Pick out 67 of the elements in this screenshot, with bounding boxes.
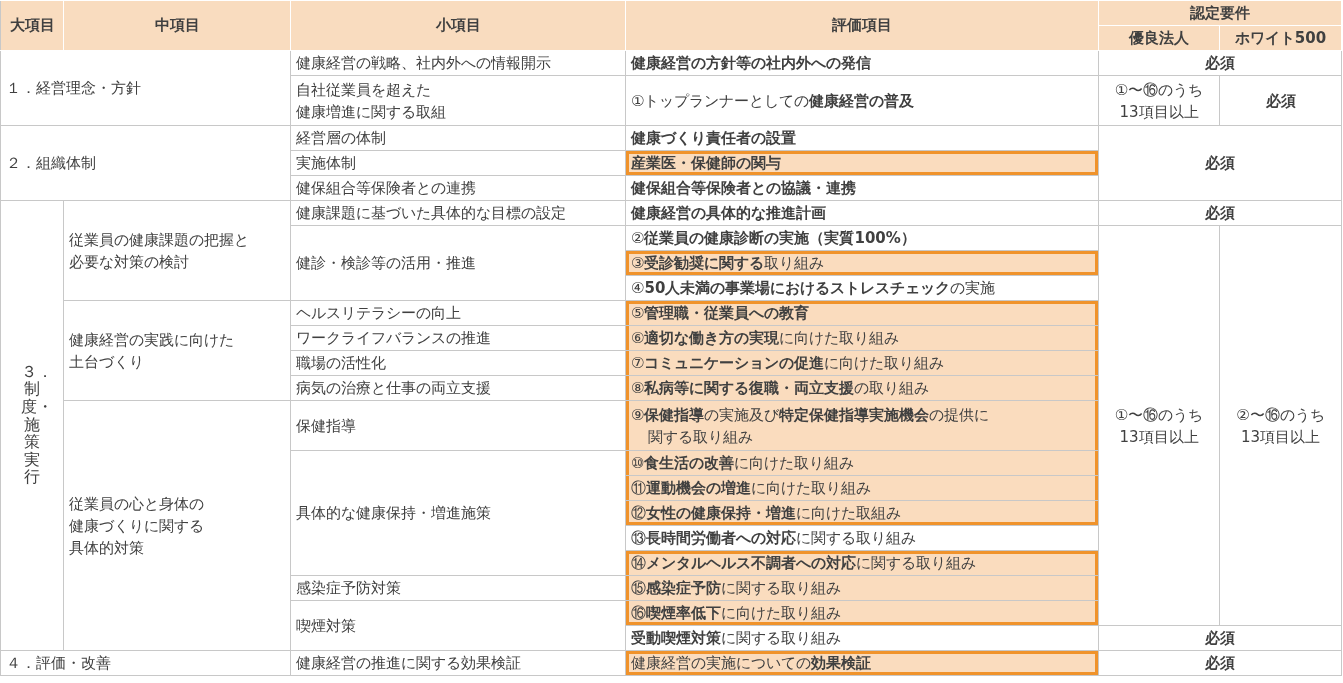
table-cell: ヘルスリテラシーの向上 (290, 300, 626, 326)
table-cell: 具体的な健康保持・増進施策 (290, 450, 626, 576)
cell-text: 具体的対策 (69, 537, 145, 559)
cell-text: 13項目以上 (1239, 426, 1322, 448)
column-header: 大項目 (0, 0, 64, 51)
cell-text: 自社従業員を超えた (296, 79, 432, 101)
table-cell: 必須 (1098, 200, 1342, 226)
table-cell: ⑮感染症予防に関する取り組み (625, 575, 1099, 601)
table-cell: 必須 (1219, 75, 1342, 126)
column-header: ホワイト500 (1219, 25, 1342, 51)
table-cell: ⑩食生活の改善に向けた取り組み (625, 450, 1099, 476)
table-cell: ②従業員の健康診断の実施（実質100%） (625, 225, 1099, 251)
table-cell: ⑫女性の健康保持・増進に向けた取組み (625, 500, 1099, 526)
column-header: 中項目 (63, 0, 291, 51)
cell-text: 必要な対策の検討 (69, 251, 190, 273)
table-cell: ①トップランナーとしての健康経営の普及 (625, 75, 1099, 126)
table-cell: ⑤管理職・従業員への教育 (625, 300, 1099, 326)
table-cell: 喫煙対策 (290, 600, 626, 651)
table-cell: 必須 (1098, 650, 1342, 676)
cell-text: ①〜⑯のうち (1113, 404, 1205, 426)
table-cell: ⑧私病等に関する復職・両立支援の取り組み (625, 375, 1099, 401)
table-cell: 病気の治療と仕事の両立支援 (290, 375, 626, 401)
table-cell: 職場の活性化 (290, 350, 626, 376)
cell-text: ②〜⑯のうち (1235, 404, 1326, 426)
table-cell: 健康づくり責任者の設置 (625, 125, 1099, 151)
column-header: 優良法人 (1098, 25, 1220, 51)
cell-text: ⑨保健指導の実施及び特定保健指導実施機会の提供に (631, 404, 991, 426)
table-cell: ４．評価・改善 (0, 650, 291, 676)
table-cell: 健診・検診等の活用・推進 (290, 225, 626, 301)
table-cell: 実施体制 (290, 150, 626, 176)
table-cell: ⑭メンタルヘルス不調者への対応に関する取り組み (625, 550, 1099, 576)
table-cell: 感染症予防対策 (290, 575, 626, 601)
table-cell: 必須 (1098, 625, 1342, 651)
cell-text: 土台づくり (69, 351, 145, 373)
column-header: 評価項目 (625, 0, 1099, 51)
cell-text: 関する取り組み (646, 426, 754, 448)
cell-text: 13項目以上 (1118, 426, 1200, 448)
table-cell: 健康経営の戦略、社内外への情報開示 (290, 50, 626, 76)
table-cell: 健康課題に基づいた具体的な目標の設定 (290, 200, 626, 226)
table-cell: 健康経営の推進に関する効果検証 (290, 650, 626, 676)
column-header: 認定要件 (1098, 0, 1342, 26)
table-cell: 健康経営の方針等の社内外への発信 (625, 50, 1099, 76)
cell-text: 13項目以上 (1118, 101, 1200, 123)
table-cell: ⑥適切な働き方の実現に向けた取り組み (625, 325, 1099, 351)
table-cell: 健康経営の実施についての効果検証 (625, 650, 1099, 676)
table-cell: 健保組合等保険者との連携 (290, 175, 626, 201)
cell-text: 健康経営の実践に向けた (69, 329, 235, 351)
cell-text: 従業員の健康課題の把握と (69, 229, 250, 251)
table-cell: 受動喫煙対策に関する取り組み (625, 625, 1099, 651)
table-cell: 必須 (1098, 50, 1342, 76)
table-cell: 経営層の体制 (290, 125, 626, 151)
table-cell: ⑪運動機会の増進に向けた取り組み (625, 475, 1099, 501)
table-cell: 保健指導 (290, 400, 626, 451)
cell-text: 健康増進に関する取組 (296, 101, 447, 123)
table-cell: ⑦コミュニケーションの促進に向けた取り組み (625, 350, 1099, 376)
table-cell: ⑯喫煙率低下に向けた取り組み (625, 600, 1099, 626)
table-cell: １．経営理念・方針 (0, 50, 291, 126)
table-cell: ワークライフバランスの推進 (290, 325, 626, 351)
column-header: 小項目 (290, 0, 626, 51)
cell-text: 健康づくりに関する (69, 515, 205, 537)
cell-text: ①〜⑯のうち (1113, 79, 1205, 101)
table-cell: 産業医・保健師の関与 (625, 150, 1099, 176)
table-cell: 健康経営の具体的な推進計画 (625, 200, 1099, 226)
cell-text: 従業員の心と身体の (69, 493, 205, 515)
table-cell: 必須 (1098, 125, 1342, 201)
table-cell: ③受診勧奨に関する取り組み (625, 250, 1099, 276)
table-cell: ２．組織体制 (0, 125, 291, 201)
